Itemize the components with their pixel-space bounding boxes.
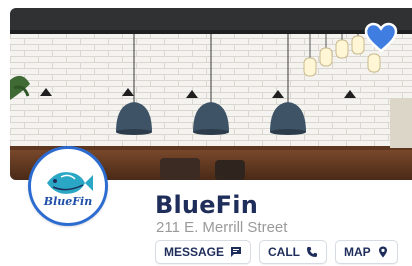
message-button-label: MESSAGE	[164, 245, 225, 259]
call-button[interactable]: CALL	[259, 240, 328, 264]
message-button[interactable]: MESSAGE	[155, 240, 252, 264]
restaurant-name: BlueFin	[155, 191, 258, 219]
favorite-button[interactable]	[364, 22, 398, 54]
logo-text: BlueFin	[43, 195, 92, 208]
call-button-label: CALL	[268, 245, 301, 259]
phone-icon	[306, 246, 318, 258]
action-bar: MESSAGE CALL MAP	[155, 240, 398, 264]
map-pin-icon	[377, 246, 389, 258]
map-button[interactable]: MAP	[335, 240, 398, 264]
restaurant-address: 211 E. Merrill Street	[156, 219, 288, 236]
fish-logo-icon: BlueFin	[36, 154, 100, 218]
restaurant-logo: BlueFin	[28, 146, 108, 226]
map-button-label: MAP	[344, 245, 371, 259]
heart-icon	[364, 22, 398, 53]
chat-icon	[230, 246, 242, 258]
